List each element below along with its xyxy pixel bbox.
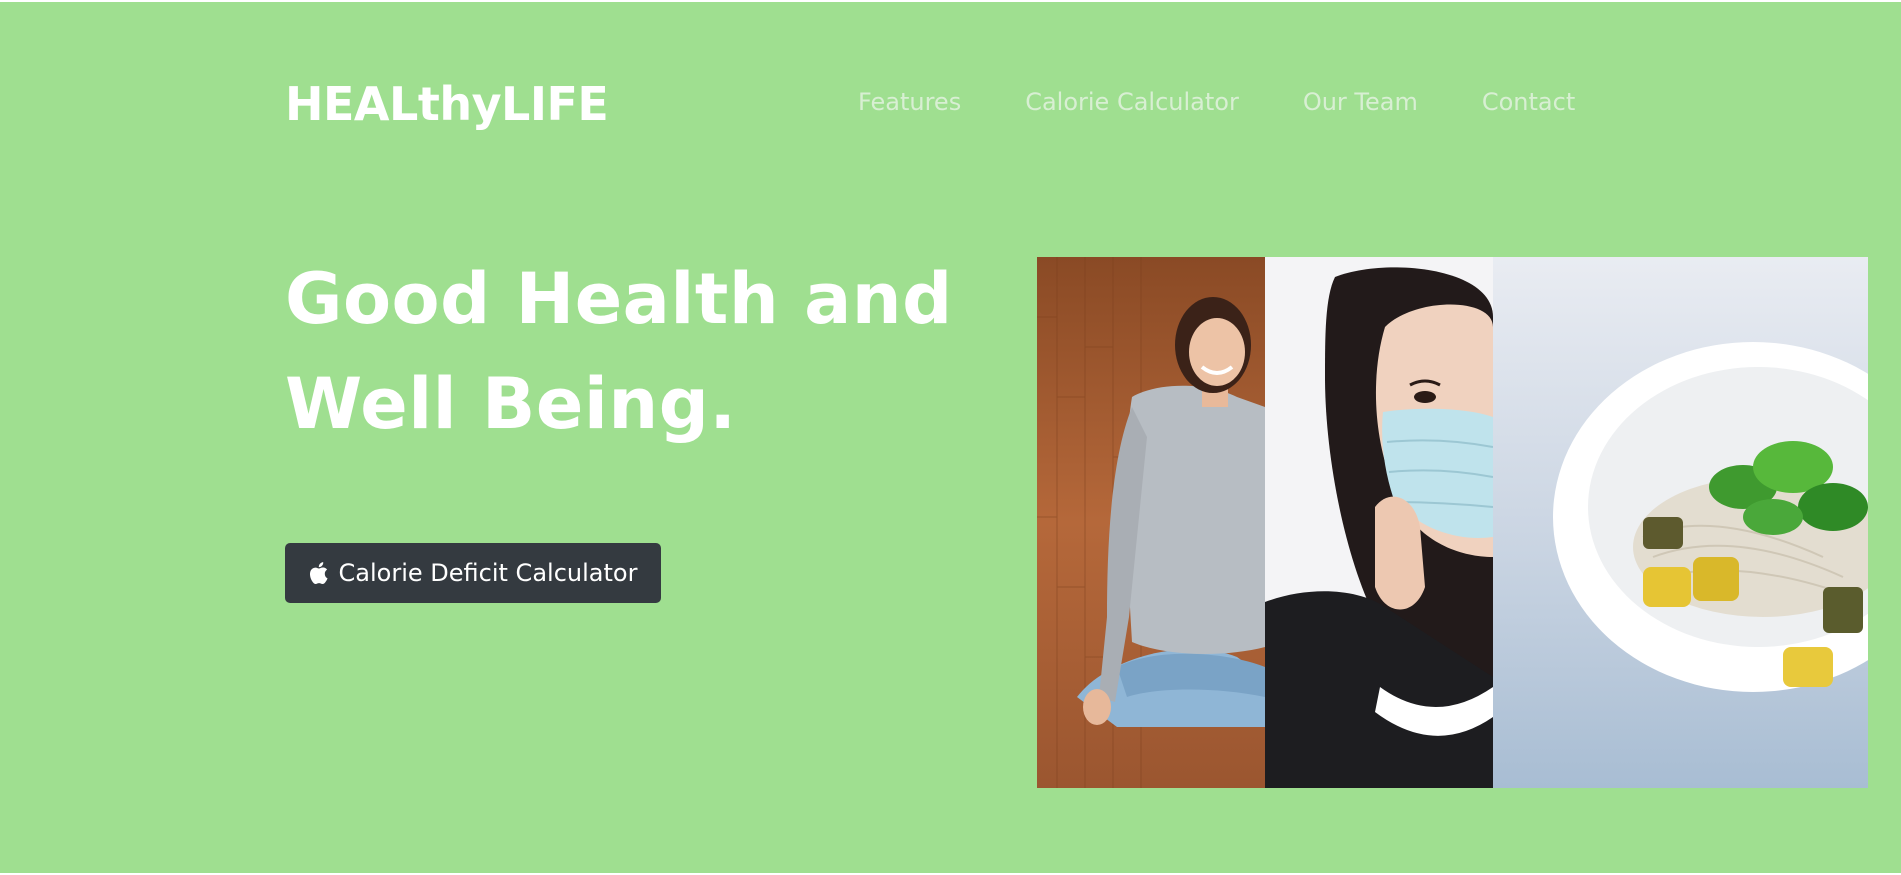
page: HEALthyLIFE Features Calorie Calculator … xyxy=(0,0,1901,875)
brand-logo[interactable]: HEALthyLIFE xyxy=(285,74,609,134)
hero-headline-line-1: Good Health and xyxy=(285,258,953,340)
nav-link-features[interactable]: Features xyxy=(858,87,961,117)
photo-mask-woman xyxy=(1265,257,1493,788)
nav-link-our-team[interactable]: Our Team xyxy=(1303,87,1418,117)
cta-label: Calorie Deficit Calculator xyxy=(338,559,638,587)
nav-link-contact[interactable]: Contact xyxy=(1482,87,1575,117)
photo-yoga-woman xyxy=(1037,257,1265,788)
apple-icon xyxy=(309,562,328,585)
hero-headline: Good Health and Well Being. xyxy=(285,247,953,457)
hero-headline-line-2: Well Being. xyxy=(285,363,737,445)
hero-section: HEALthyLIFE Features Calorie Calculator … xyxy=(0,2,1901,873)
nav-link-calorie-calculator[interactable]: Calorie Calculator xyxy=(1025,87,1239,117)
main-nav: Features Calorie Calculator Our Team Con… xyxy=(858,87,1575,117)
photo-collage xyxy=(1037,257,1868,788)
photo-food-bowl xyxy=(1493,257,1868,788)
calorie-deficit-calculator-button[interactable]: Calorie Deficit Calculator xyxy=(285,543,661,603)
